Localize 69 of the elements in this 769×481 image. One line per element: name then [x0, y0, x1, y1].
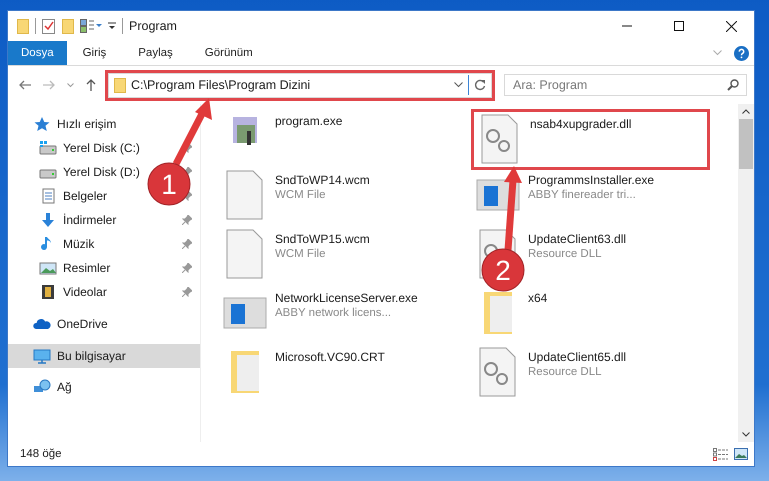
step-badge: 1 — [148, 162, 190, 206]
scroll-thumb[interactable] — [739, 119, 753, 169]
address-path: C:\Program Files\Program Dizini — [131, 78, 312, 92]
ribbon-tab[interactable]: Görünüm — [188, 41, 269, 65]
window-title: Program — [129, 19, 177, 33]
customize-icon[interactable] — [108, 22, 116, 30]
file-name[interactable]: UpdateClient65.dll — [528, 350, 626, 364]
file-name[interactable]: UpdateClient63.dll — [528, 232, 626, 246]
file-type: ABBY network licens... — [275, 307, 392, 319]
file-name[interactable]: program.exe — [275, 114, 342, 128]
maximize-icon — [674, 21, 684, 31]
nav-label: Ağ — [57, 380, 72, 394]
download-icon — [39, 212, 57, 228]
video-icon — [39, 284, 57, 300]
nav-item[interactable]: Videolar — [63, 284, 107, 298]
file-name[interactable]: x64 — [528, 291, 548, 305]
ribbon-tab[interactable]: Giriş — [66, 41, 122, 65]
thumbnail-view-icon[interactable] — [734, 448, 748, 460]
nav-item[interactable]: Ağ — [8, 376, 200, 399]
nav-label: Bu bilgisayar — [57, 348, 126, 363]
folder-icon — [114, 78, 126, 92]
minimize-icon — [622, 25, 632, 27]
details-view-icon[interactable] — [713, 448, 728, 460]
nav-item[interactable]: Yerel Disk (D:) — [63, 164, 140, 178]
search-field[interactable]: Ara: Program — [504, 74, 747, 96]
file-name[interactable]: nsab4xupgrader.dll — [530, 117, 632, 131]
scroll-up-icon[interactable] — [742, 109, 750, 114]
pc-icon — [33, 348, 51, 364]
back-icon[interactable] — [19, 80, 31, 90]
nav-item[interactable]: İndirmeler — [63, 212, 116, 226]
file-name[interactable]: NetworkLicenseServer.exe — [275, 291, 418, 305]
image-icon — [39, 260, 57, 276]
file-type: WCM File — [275, 248, 326, 260]
expand-ribbon-icon[interactable] — [713, 50, 722, 56]
pointer-arrow — [172, 98, 212, 166]
nav-item[interactable]: OneDrive — [8, 312, 200, 336]
up-icon[interactable] — [86, 79, 96, 91]
nav-item[interactable]: Müzik — [63, 236, 94, 250]
nav-item[interactable]: Belgeler — [63, 188, 108, 202]
nav-item[interactable]: Yerel Disk (C:) — [63, 140, 140, 154]
refresh-icon[interactable] — [474, 79, 486, 91]
file-name[interactable]: Microsoft.VC90.CRT — [275, 350, 385, 364]
drive-c-icon — [39, 140, 57, 156]
properties-icon[interactable] — [42, 18, 56, 34]
file-name[interactable]: SndToWP15.wcm — [275, 232, 370, 246]
search-icon — [727, 79, 739, 91]
nav-item[interactable]: Resimler — [63, 260, 110, 274]
nav-label: OneDrive — [57, 317, 108, 332]
close-icon — [726, 20, 736, 32]
ribbon-tab[interactable]: Paylaş — [122, 41, 189, 65]
file-type: ABBY finereader tri... — [528, 189, 637, 201]
nav-item[interactable]: Bu bilgisayar — [8, 344, 200, 368]
file-name[interactable]: ProgrammsInstaller.exe — [528, 173, 654, 187]
scrollbar[interactable] — [738, 104, 754, 442]
view-icon[interactable] — [80, 19, 102, 33]
nav-label: Hızlı erişim — [57, 116, 116, 131]
item-count: 148 öğe — [20, 448, 62, 460]
scroll-down-icon[interactable] — [742, 432, 750, 437]
ribbon-tab[interactable]: Dosya — [8, 41, 67, 65]
nav-item[interactable]: Hızlı erişim — [8, 112, 200, 136]
help-icon[interactable] — [734, 46, 749, 60]
file-type: Resource DLL — [528, 248, 603, 260]
file-type: WCM File — [275, 189, 326, 201]
file-name[interactable]: SndToWP14.wcm — [275, 173, 370, 187]
dropdown-icon[interactable] — [454, 82, 463, 88]
step-badge: 2 — [482, 248, 524, 292]
recent-icon[interactable] — [67, 82, 74, 88]
star-icon — [33, 116, 51, 132]
file-type: Resource DLL — [528, 366, 603, 378]
